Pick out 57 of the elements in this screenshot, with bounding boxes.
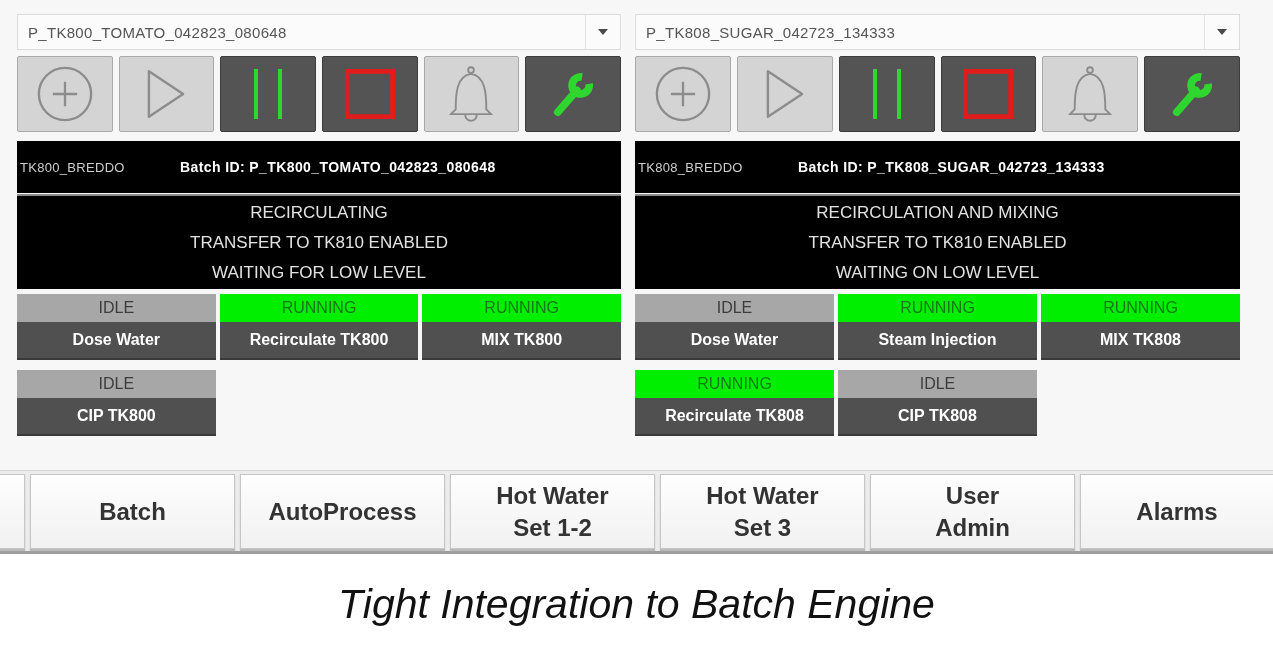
plus-circle-icon [36,66,93,122]
stop-icon [344,69,395,119]
phase-status: RUNNING [422,294,621,322]
wrench-icon [552,70,595,118]
batch-id: Batch ID: P_TK800_TOMATO_042823_080648 [180,159,496,175]
figure-caption: Tight Integration to Batch Engine [338,581,935,628]
nav-button[interactable]: Batch [30,474,235,549]
phase-status: IDLE [17,370,216,398]
status-message: TRANSFER TO TK810 ENABLED [808,231,1067,254]
stop-icon [963,69,1014,119]
wrench-button[interactable] [1144,56,1240,132]
caret-icon [598,29,608,35]
phase-status: RUNNING [838,294,1037,322]
nav-button[interactable]: AutoProcess [240,474,445,549]
bell-icon [449,65,494,123]
play-icon [765,69,804,119]
plus-circle-icon [654,66,711,122]
phase-status: RUNNING [635,370,834,398]
phase-button[interactable]: MIX TK800 [422,322,621,360]
pause-icon [872,69,901,119]
nav-button[interactable]: Hot Water Set 3 [660,474,865,549]
unit-name: TK800_BREDDO [20,159,126,175]
status-message: TRANSFER TO TK810 ENABLED [190,231,448,254]
phase-status: IDLE [17,294,216,322]
stop-button[interactable] [940,56,1037,132]
batch-dropdown[interactable]: P_TK808_SUGAR_042723_134333 [635,14,1240,50]
pause-button[interactable] [220,56,316,132]
bell-icon [1068,65,1113,123]
nav-button[interactable]: User Admin [870,474,1075,549]
phase-status: RUNNING [1041,294,1240,322]
phase-status: IDLE [635,294,834,322]
phase-button[interactable]: MIX TK808 [1041,322,1240,360]
unit-name: TK808_BREDDO [638,159,744,175]
status-message: RECIRCULATING [250,201,388,224]
phase-status: IDLE [838,370,1037,398]
phase-button[interactable]: CIP TK800 [17,398,216,436]
nav-button-edge[interactable] [0,474,25,549]
phase-status: RUNNING [219,294,419,322]
phase-button[interactable]: Steam Injection [838,322,1037,360]
phase-button[interactable]: Dose Water [17,322,216,360]
wrench-button[interactable] [525,56,621,132]
phase-button[interactable]: CIP TK808 [838,398,1037,436]
caret-icon [1217,29,1227,35]
status-message: WAITING ON LOW LEVEL [835,261,1040,284]
status-message: RECIRCULATION AND MIXING [816,201,1059,224]
pause-button[interactable] [838,56,935,132]
wrench-icon [1171,70,1214,118]
nav-button[interactable]: Hot Water Set 1-2 [450,474,655,549]
status-message: WAITING FOR LOW LEVEL [212,261,426,284]
nav-button[interactable]: Alarms [1080,474,1273,549]
play-icon [147,69,186,119]
phase-button[interactable]: Recirculate TK800 [219,322,419,360]
phase-button[interactable]: Dose Water [635,322,834,360]
pause-icon [254,69,283,119]
batch-dropdown[interactable]: P_TK800_TOMATO_042823_080648 [17,14,621,50]
phase-button[interactable]: Recirculate TK808 [635,398,834,436]
batch-id: Batch ID: P_TK808_SUGAR_042723_134333 [798,159,1105,175]
